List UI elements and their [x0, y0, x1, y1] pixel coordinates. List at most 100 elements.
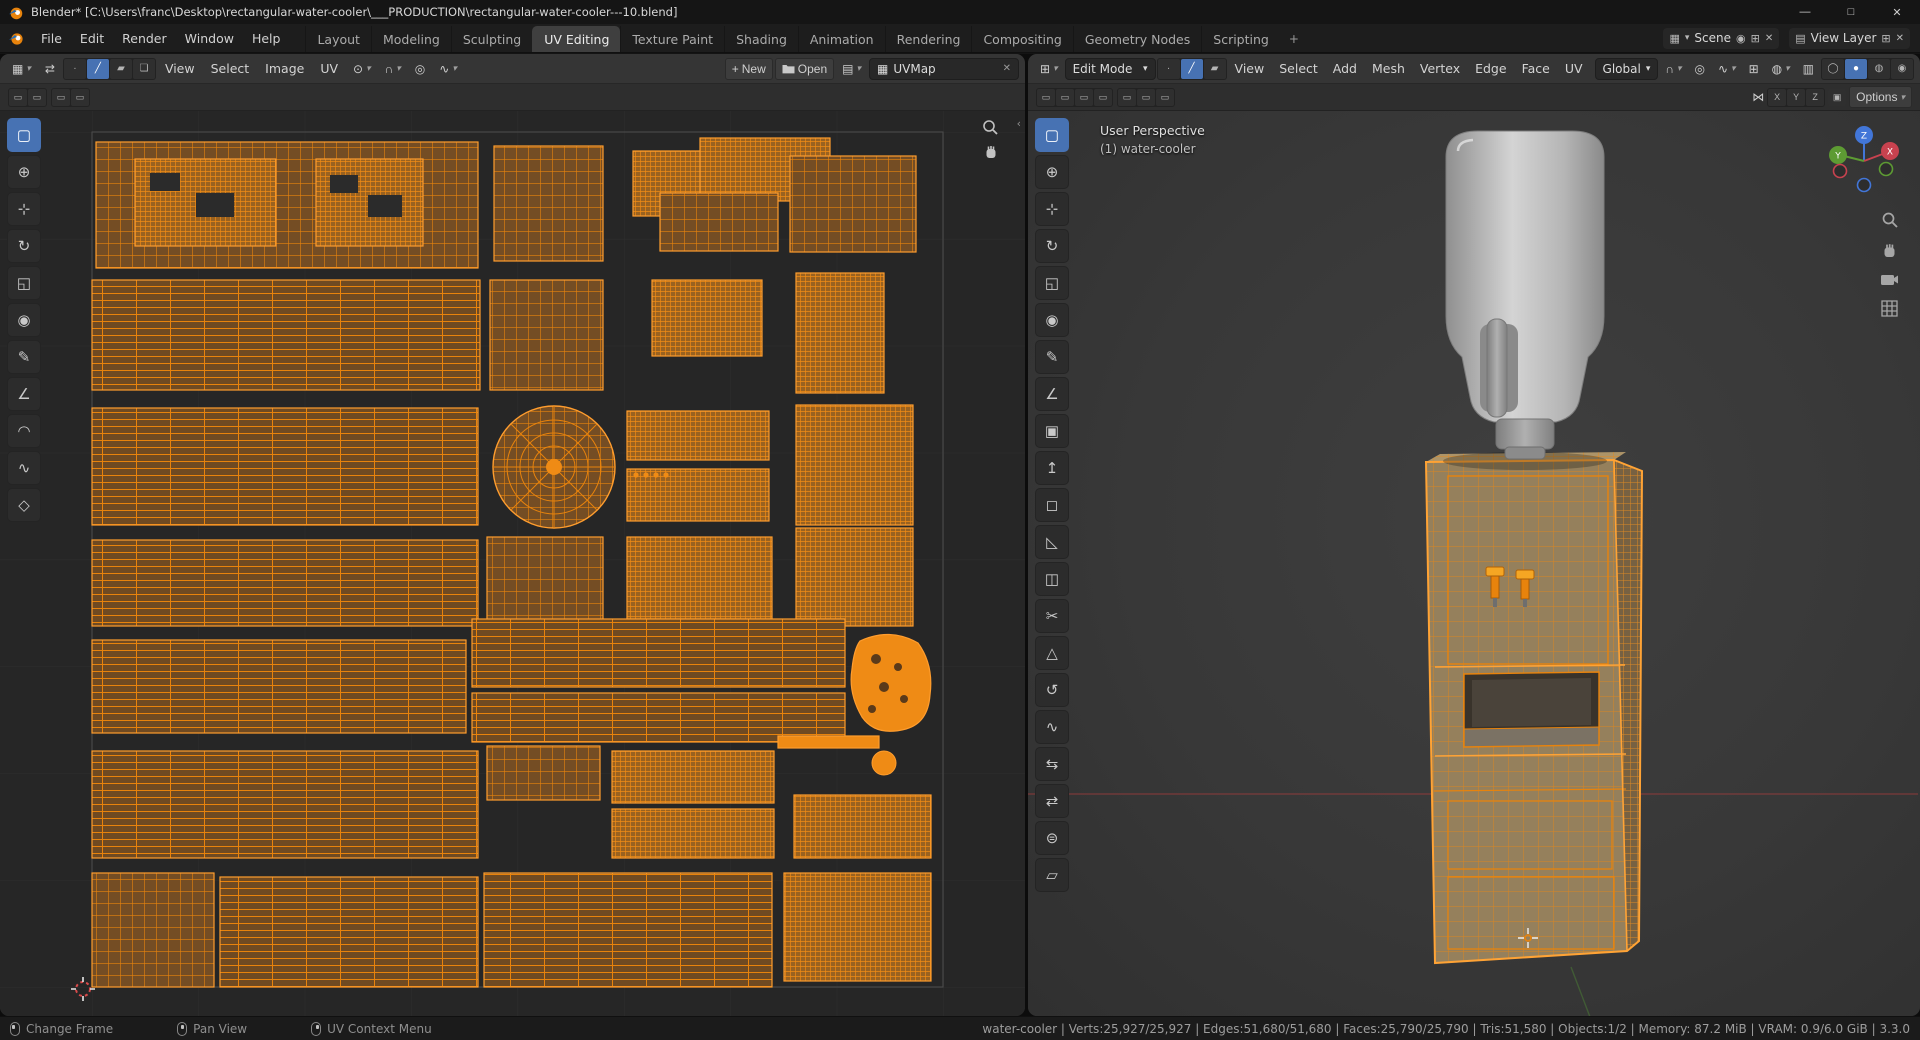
vp-tool-extrude-region[interactable]: ↥ — [1035, 451, 1069, 485]
tab-geometry-nodes[interactable]: Geometry Nodes — [1072, 26, 1201, 52]
vp-tool-select-box[interactable]: ▢ — [1035, 118, 1069, 152]
uv-island[interactable] — [483, 872, 773, 988]
vp-menu-vertex[interactable]: Vertex — [1413, 58, 1467, 80]
transform-orientation-selector[interactable]: Global ▾ — [1594, 57, 1659, 80]
uv-menu-select[interactable]: Select — [204, 58, 257, 80]
zoom-icon[interactable] — [982, 119, 999, 136]
vp-tool-rotate[interactable]: ↻ — [1035, 229, 1069, 263]
vp-tool-loop-cut[interactable]: ◫ — [1035, 562, 1069, 596]
uv-island[interactable] — [486, 536, 604, 630]
menu-help[interactable]: Help — [243, 24, 290, 52]
uv-island[interactable] — [486, 745, 601, 801]
uv-island[interactable] — [795, 272, 885, 394]
vp-menu-mesh[interactable]: Mesh — [1365, 58, 1412, 80]
uv-toolsetting-toggle-3[interactable]: ▭ — [52, 88, 70, 106]
vp-toolsetting-toggle-3[interactable]: ▭ — [1075, 88, 1093, 106]
dispenser-alcove[interactable] — [1463, 671, 1600, 748]
uv-island[interactable] — [793, 794, 932, 859]
falloff-button[interactable]: ∿ ▾ — [1712, 58, 1742, 80]
uv-menu-image[interactable]: Image — [258, 58, 311, 80]
vp-tool-shear[interactable]: ▱ — [1035, 858, 1069, 892]
uv-island[interactable] — [493, 145, 604, 262]
uv-island[interactable] — [626, 536, 773, 630]
new-image-button[interactable]: + New — [724, 57, 773, 80]
uv-select-island-button[interactable]: ❏ — [132, 58, 155, 79]
blender-app-menu-button[interactable] — [0, 24, 32, 52]
gizmo-z-neg-axis[interactable] — [1856, 177, 1872, 193]
uv-island[interactable] — [659, 192, 779, 252]
new-view-layer-icon[interactable]: ⊞ — [1881, 32, 1890, 45]
uv-snap-toggle[interactable]: ∩ ▾ — [379, 58, 407, 80]
pin-icon[interactable]: ◉ — [1736, 32, 1746, 45]
scene-drawing[interactable] — [1028, 111, 1918, 1016]
vp-menu-add[interactable]: Add — [1326, 58, 1364, 80]
clear-uv-map-icon[interactable]: ✕ — [1003, 63, 1011, 74]
tab-layout[interactable]: Layout — [305, 26, 371, 52]
vp-tool-bevel[interactable]: ◺ — [1035, 525, 1069, 559]
vp-menu-view[interactable]: View — [1228, 58, 1272, 80]
vp-tool-annotate[interactable]: ✎ — [1035, 340, 1069, 374]
uv-tool-rotate[interactable]: ↻ — [7, 229, 41, 263]
view-layer-selector[interactable]: ▤ View Layer ⊞ ✕ — [1789, 27, 1910, 49]
tab-uv-editing[interactable]: UV Editing — [532, 26, 621, 52]
uv-tool-relax[interactable]: ∿ — [7, 451, 41, 485]
uv-island-circle[interactable] — [871, 750, 897, 776]
mirror-y-toggle[interactable]: Y — [1787, 88, 1806, 106]
uv-island[interactable] — [91, 639, 467, 734]
proportional-edit-toggle[interactable]: ◎ — [1689, 58, 1711, 80]
add-workspace-button[interactable]: + — [1280, 26, 1308, 52]
uv-tool-measure[interactable]: ∠ — [7, 377, 41, 411]
close-button[interactable]: ✕ — [1874, 0, 1920, 24]
scene-selector[interactable]: ▦ ▾ Scene ◉ ⊞ ✕ — [1663, 27, 1780, 49]
gizmo-y-neg-axis[interactable] — [1878, 161, 1894, 177]
vp-menu-uv[interactable]: UV — [1558, 58, 1590, 80]
uv-toolsetting-toggle-4[interactable]: ▭ — [71, 88, 89, 106]
menu-render[interactable]: Render — [113, 24, 176, 52]
tab-shading[interactable]: Shading — [724, 26, 798, 52]
uv-island[interactable] — [783, 872, 932, 982]
vp-toolsetting-toggle-7[interactable]: ▭ — [1156, 88, 1174, 106]
uv-editor-type-button[interactable]: ▦ ▾ — [6, 58, 37, 80]
gizmo-x-neg-axis[interactable] — [1832, 163, 1848, 179]
uv-tool-pinch[interactable]: ◇ — [7, 488, 41, 522]
maximize-button[interactable]: □ — [1828, 0, 1874, 24]
uv-falloff-button[interactable]: ∿ ▾ — [433, 58, 463, 80]
tab-animation[interactable]: Animation — [797, 26, 885, 52]
uv-toolsetting-toggle-1[interactable]: ▭ — [9, 88, 27, 106]
menu-edit[interactable]: Edit — [71, 24, 113, 52]
overlays-toggle[interactable]: ◍ ▾ — [1766, 58, 1796, 80]
uv-island[interactable] — [471, 692, 846, 743]
unlink-scene-icon[interactable]: ✕ — [1765, 33, 1773, 44]
uv-island[interactable] — [626, 410, 770, 461]
vp-tool-smooth[interactable]: ∿ — [1035, 710, 1069, 744]
vp-toolsetting-toggle-2[interactable]: ▭ — [1056, 88, 1074, 106]
navigation-gizmo[interactable]: Z X Y — [1824, 121, 1904, 201]
shading-rendered-button[interactable]: ◉ — [1891, 58, 1913, 79]
uv-menu-uv[interactable]: UV — [313, 58, 345, 80]
menu-file[interactable]: File — [32, 24, 71, 52]
shading-material-button[interactable]: ◍ — [1868, 58, 1890, 79]
vp-tool-vertex-slide[interactable]: ⇄ — [1035, 784, 1069, 818]
new-scene-icon[interactable]: ⊞ — [1751, 32, 1760, 45]
select-mode-edge-button[interactable]: ╱ — [1180, 58, 1203, 79]
vp-toolsetting-toggle-4[interactable]: ▭ — [1094, 88, 1112, 106]
vp-toolsetting-toggle-5[interactable]: ▭ — [1118, 88, 1136, 106]
tab-texture-paint[interactable]: Texture Paint — [620, 26, 724, 52]
uv-select-vertex-button[interactable]: ∙ — [63, 58, 86, 79]
vp-menu-edge[interactable]: Edge — [1468, 58, 1513, 80]
shading-wireframe-button[interactable]: ◯ — [1822, 58, 1844, 79]
camera-view-icon[interactable] — [1880, 272, 1899, 287]
vp-tool-spin[interactable]: ↺ — [1035, 673, 1069, 707]
mirror-x-toggle[interactable]: X — [1768, 88, 1787, 106]
vp-tool-add-cube[interactable]: ▣ — [1035, 414, 1069, 448]
pan-hand-icon[interactable] — [983, 144, 999, 160]
uv-island[interactable] — [91, 872, 215, 988]
uv-select-face-button[interactable]: ▰ — [109, 58, 132, 79]
viewport-canvas[interactable]: ▢ ⊕ ⊹ ↻ ◱ ◉ ✎ ∠ ▣ ↥ ◻ ◺ ◫ ✂ △ ↺ ∿ ⇆ ⇄ ⊜ — [1028, 111, 1920, 1016]
select-mode-vertex-button[interactable]: ∙ — [1157, 58, 1180, 79]
menu-window[interactable]: Window — [176, 24, 243, 52]
mirror-z-toggle[interactable]: Z — [1806, 88, 1825, 106]
vp-tool-inset-faces[interactable]: ◻ — [1035, 488, 1069, 522]
browse-image-button[interactable]: ▤ ▾ — [836, 58, 867, 80]
vp-tool-scale[interactable]: ◱ — [1035, 266, 1069, 300]
